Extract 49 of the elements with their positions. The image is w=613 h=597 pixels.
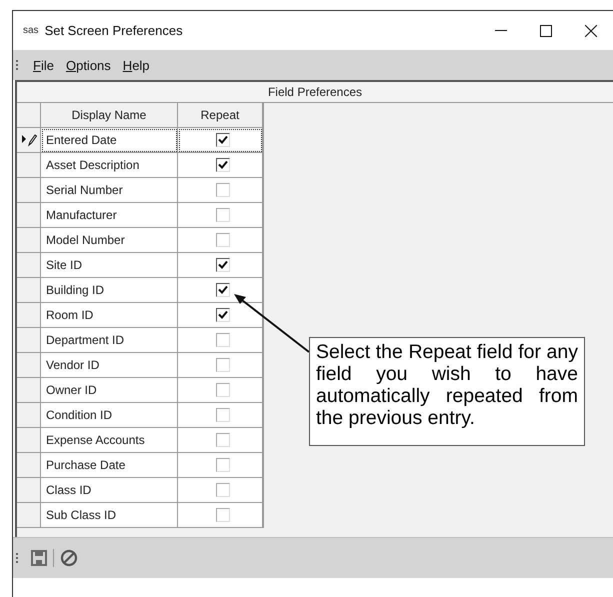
edit-row-icon xyxy=(20,133,36,147)
name-cell: Model Number xyxy=(41,228,178,253)
minimize-icon xyxy=(494,30,506,31)
name-cell: Entered Date xyxy=(41,128,178,153)
name-cell: Site ID xyxy=(41,253,178,278)
repeat-checkbox[interactable] xyxy=(216,233,230,247)
repeat-checkbox[interactable] xyxy=(216,458,230,472)
menu-item[interactable]: Options xyxy=(62,56,115,74)
grip-icon xyxy=(15,59,19,71)
repeat-checkbox[interactable] xyxy=(216,208,230,222)
repeat-checkbox[interactable] xyxy=(216,383,230,397)
menu-item[interactable]: Help xyxy=(118,56,154,74)
close-icon xyxy=(584,24,596,36)
cancel-icon[interactable] xyxy=(60,549,78,567)
name-cell: Room ID xyxy=(41,303,178,328)
repeat-checkbox[interactable] xyxy=(216,183,230,197)
repeat-checkbox[interactable] xyxy=(216,508,230,522)
menu-item[interactable]: File xyxy=(29,56,58,74)
maximize-icon xyxy=(540,24,552,36)
repeat-checkbox[interactable] xyxy=(216,283,230,297)
name-cell: Purchase Date xyxy=(41,453,178,478)
app-logo: sas xyxy=(23,25,39,36)
name-cell: Condition ID xyxy=(41,403,178,428)
save-icon[interactable] xyxy=(31,550,47,566)
repeat-checkbox[interactable] xyxy=(216,133,230,147)
repeat-checkbox[interactable] xyxy=(216,408,230,422)
name-cell: Manufacturer xyxy=(41,203,178,228)
repeat-checkbox[interactable] xyxy=(216,308,230,322)
repeat-checkbox[interactable] xyxy=(216,433,230,447)
name-cell: Department ID xyxy=(41,328,178,353)
repeat-checkbox[interactable] xyxy=(216,358,230,372)
name-cell: Asset Description xyxy=(41,153,178,178)
name-cell: Vendor ID xyxy=(41,353,178,378)
column-header[interactable]: Display Name xyxy=(41,103,178,128)
window-title: Set Screen Preferences xyxy=(44,23,184,38)
repeat-checkbox[interactable] xyxy=(216,483,230,497)
name-cell: Owner ID xyxy=(41,378,178,403)
callout-text: Select the Repeat field for any field you wish to have automatically repeated from the previous entry. xyxy=(309,337,585,446)
name-cell: Class ID xyxy=(41,478,178,503)
name-cell: Sub Class ID xyxy=(41,503,178,528)
repeat-checkbox[interactable] xyxy=(216,258,230,272)
repeat-checkbox[interactable] xyxy=(216,158,230,172)
column-header[interactable]: Repeat xyxy=(178,103,263,128)
repeat-checkbox[interactable] xyxy=(216,333,230,347)
name-cell: Building ID xyxy=(41,278,178,303)
grip-icon xyxy=(15,552,19,564)
name-cell: Expense Accounts xyxy=(41,428,178,453)
row-header[interactable] xyxy=(17,128,41,153)
name-cell: Serial Number xyxy=(41,178,178,203)
